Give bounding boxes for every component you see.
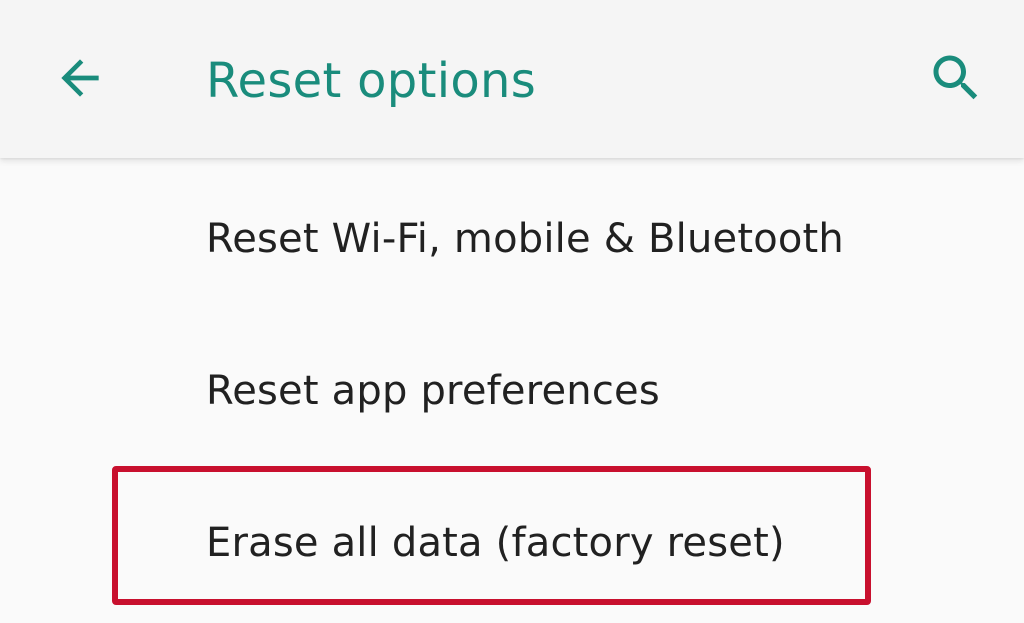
app-bar: Reset options (0, 0, 1024, 158)
list-item-factory-reset[interactable]: Erase all data (factory reset) (0, 462, 1024, 614)
settings-screen: Reset options Reset Wi-Fi, mobile & Blue… (0, 0, 1024, 623)
list-item-label: Reset Wi-Fi, mobile & Bluetooth (206, 216, 844, 262)
search-icon (926, 48, 986, 112)
page-title: Reset options (206, 53, 537, 109)
list-item-reset-network[interactable]: Reset Wi-Fi, mobile & Bluetooth (0, 158, 1024, 310)
list-item-reset-app-preferences[interactable]: Reset app preferences (0, 310, 1024, 462)
list-item-label: Erase all data (factory reset) (206, 520, 785, 566)
reset-options-list: Reset Wi-Fi, mobile & Bluetooth Reset ap… (0, 158, 1024, 623)
arrow-back-icon (52, 50, 108, 110)
search-button[interactable] (914, 38, 998, 122)
back-button[interactable] (38, 38, 122, 122)
list-item-label: Reset app preferences (206, 368, 660, 414)
